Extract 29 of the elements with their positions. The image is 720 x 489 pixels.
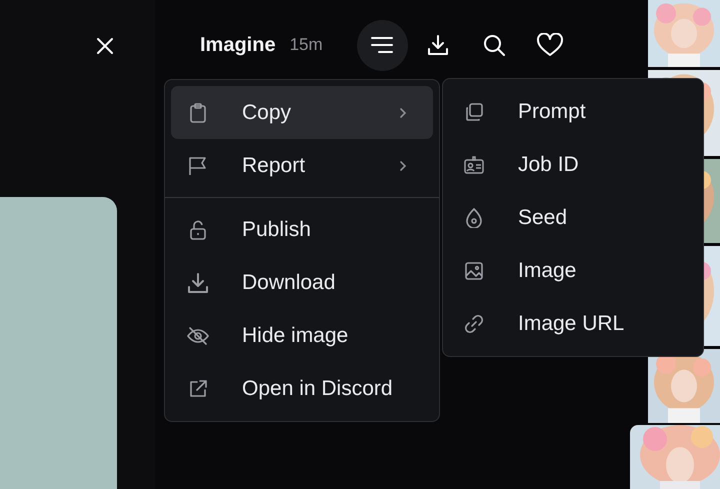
page-title: Imagine bbox=[200, 34, 276, 56]
external-link-icon bbox=[188, 378, 208, 398]
submenu-item[interactable]: Seed bbox=[449, 191, 697, 244]
elapsed-time: 15m bbox=[290, 35, 323, 55]
menu-icon bbox=[371, 36, 394, 54]
hidden-eye-icon bbox=[187, 326, 209, 346]
menu-item[interactable]: Hide image bbox=[171, 309, 433, 362]
seed-icon bbox=[466, 208, 482, 228]
close-icon bbox=[96, 37, 114, 55]
submenu-item[interactable]: Image URL bbox=[449, 297, 697, 350]
search-icon bbox=[483, 34, 506, 56]
submenu-item[interactable]: Image bbox=[449, 244, 697, 297]
flag-icon bbox=[188, 156, 208, 176]
download-icon bbox=[427, 34, 450, 56]
menu-item[interactable]: Open in Discord bbox=[171, 362, 433, 415]
menu-item[interactable]: Report bbox=[171, 139, 433, 192]
menu-item[interactable]: Copy bbox=[171, 86, 433, 139]
heart-icon bbox=[537, 33, 564, 57]
id-card-icon bbox=[464, 156, 484, 174]
submenu-item[interactable]: Job ID bbox=[449, 138, 697, 191]
link-icon bbox=[464, 314, 484, 334]
submenu-item[interactable]: Prompt bbox=[449, 85, 697, 138]
unlocked-padlock-icon bbox=[189, 220, 207, 240]
copy-icon bbox=[464, 102, 484, 122]
image-icon bbox=[464, 260, 484, 280]
clipboard-icon bbox=[189, 102, 207, 122]
menu-item[interactable]: Publish bbox=[171, 203, 433, 256]
menu-item[interactable]: Download bbox=[171, 256, 433, 309]
download-icon bbox=[187, 272, 209, 294]
